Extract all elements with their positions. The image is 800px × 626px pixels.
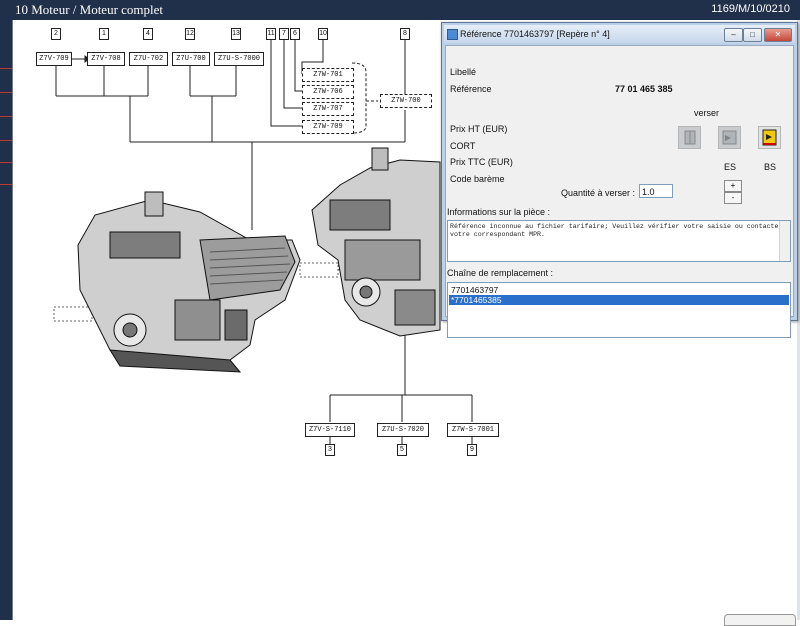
replacement-list[interactable]: 7701463797 *7701465385 xyxy=(447,282,791,338)
informations-label: Informations sur la pièce : xyxy=(447,207,551,217)
close-button[interactable]: ✕ xyxy=(764,28,792,42)
quantite-label: Quantité à verser : xyxy=(561,188,636,198)
callout-number: 5 xyxy=(397,444,407,456)
code-bareme-label: Code barème xyxy=(450,174,505,184)
libelle-label: Libellé xyxy=(450,67,477,77)
part-box[interactable]: Z7W-701 xyxy=(302,68,354,82)
callout-number: 1 xyxy=(99,28,109,40)
part-box[interactable]: Z7V-709 xyxy=(36,52,72,66)
quantity-input[interactable]: 1.0 xyxy=(639,184,673,198)
dialog-titlebar[interactable]: Référence 7701463797 [Repère n° 4] – □ ✕ xyxy=(444,25,795,43)
es-tool-button[interactable] xyxy=(718,126,741,149)
callout-number: 9 xyxy=(467,444,477,456)
reference-value: 77 01 465 385 xyxy=(615,84,673,94)
reference-label: Référence xyxy=(450,84,492,94)
part-box[interactable]: Z7W-700 xyxy=(380,94,432,108)
callout-number: 13 xyxy=(231,28,241,40)
part-box[interactable]: Z7U-702 xyxy=(129,52,168,66)
maximize-button[interactable]: □ xyxy=(743,28,762,42)
app-icon xyxy=(447,29,458,40)
prix-ttc-label: Prix TTC (EUR) xyxy=(450,157,513,167)
callout-number: 8 xyxy=(400,28,410,40)
part-box[interactable]: Z7U-S-7000 xyxy=(214,52,264,66)
engine-illustration-left xyxy=(77,191,301,373)
callout-number: 2 xyxy=(51,28,61,40)
info-scrollbar[interactable] xyxy=(779,221,790,261)
callout-number: 10 xyxy=(318,28,328,40)
chaine-label: Chaîne de remplacement : xyxy=(447,268,554,278)
part-box[interactable]: Z7W-709 xyxy=(302,120,354,134)
dialog-body: Libellé Référence 77 01 465 385 verser P… xyxy=(445,45,794,338)
es-label: ES xyxy=(724,162,737,172)
bs-label: BS xyxy=(764,162,777,172)
reference-dialog: Référence 7701463797 [Repère n° 4] – □ ✕… xyxy=(441,22,798,338)
quantity-down-button[interactable]: - xyxy=(724,192,742,204)
callout-number: 11 xyxy=(266,28,276,40)
prix-ht-label: Prix HT (EUR) xyxy=(450,124,508,134)
part-box[interactable]: Z7V-708 xyxy=(87,52,125,66)
bottom-tab-button[interactable] xyxy=(724,614,796,626)
callout-number: 6 xyxy=(290,28,300,40)
minimize-button[interactable]: – xyxy=(724,28,743,42)
callout-number: 3 xyxy=(325,444,335,456)
part-box[interactable]: Z7V-S-7110 xyxy=(305,423,355,437)
part-box[interactable]: Z7W-706 xyxy=(302,85,354,99)
part-box[interactable]: Z7U-S-7020 xyxy=(377,423,429,437)
entry-icon xyxy=(722,130,737,145)
bs-tool-button[interactable] xyxy=(758,126,781,149)
part-box[interactable]: Z7W-S-7001 xyxy=(447,423,499,437)
dialog-title: Référence 7701463797 [Repère n° 4] xyxy=(460,29,610,39)
callout-number: 4 xyxy=(143,28,153,40)
info-text: Référence inconnue au fichier tarifaire;… xyxy=(450,223,783,238)
part-box[interactable]: Z7U-700 xyxy=(172,52,210,66)
quantity-up-button[interactable]: + xyxy=(724,180,742,192)
document-icon xyxy=(684,130,696,145)
cort-label: CORT xyxy=(450,141,476,151)
engine-illustration-right xyxy=(311,147,441,337)
verser-label: verser xyxy=(694,108,720,118)
part-box[interactable]: Z7W-707 xyxy=(302,102,354,116)
exit-icon xyxy=(762,129,777,146)
list-item-selected[interactable]: *7701465385 xyxy=(449,295,789,305)
verser-tool-button[interactable] xyxy=(678,126,701,149)
info-textbox[interactable]: Référence inconnue au fichier tarifaire;… xyxy=(447,220,791,262)
callout-number: 7 xyxy=(279,28,289,40)
callout-number: 12 xyxy=(185,28,195,40)
list-item[interactable]: 7701463797 xyxy=(449,285,789,295)
